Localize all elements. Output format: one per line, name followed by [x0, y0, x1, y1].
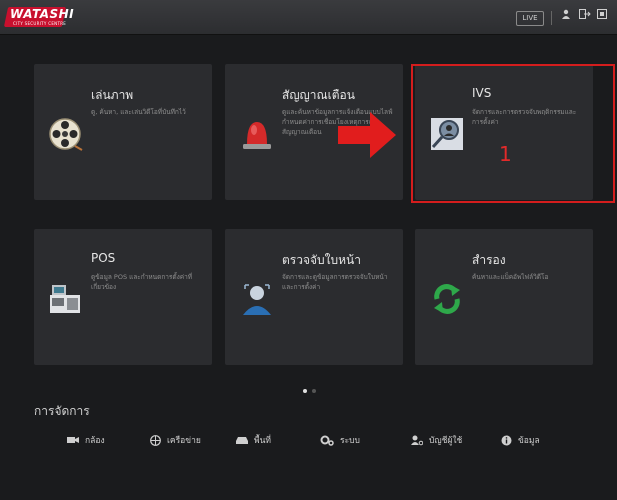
- backup-refresh-icon: [434, 284, 460, 314]
- mgmt-storage[interactable]: พื้นที่: [236, 433, 271, 447]
- card-description: ค้นหาและแบ็คอัพไฟล์วิดีโอ: [472, 273, 549, 281]
- mgmt-label: ระบบ: [340, 436, 360, 446]
- management-title: การจัดการ: [34, 404, 90, 418]
- mgmt-info[interactable]: ข้อมูล: [501, 433, 540, 447]
- card-title: สำรอง: [472, 253, 506, 267]
- network-icon: [150, 434, 161, 446]
- pos-terminal-icon: [50, 285, 80, 313]
- card-title: POS: [91, 251, 116, 265]
- card-playback[interactable]: เล่นภาพ ดู, ค้นหา, และเล่นวิดีโอที่บันทึ…: [34, 64, 212, 200]
- storage-icon: [236, 437, 248, 444]
- film-reel-icon: [49, 118, 83, 151]
- fullscreen-icon[interactable]: [597, 9, 607, 22]
- brand-logo: WATASHI: [10, 7, 75, 21]
- pager-dot[interactable]: [312, 389, 316, 393]
- divider: [551, 11, 552, 25]
- top-bar: WATASHI CITY SECURITY CENTRE LIVE: [0, 0, 617, 35]
- mgmt-label: พื้นที่: [254, 436, 272, 446]
- card-title: เล่นภาพ: [91, 88, 134, 102]
- arrow-right-icon: [338, 112, 396, 158]
- live-button[interactable]: LIVE: [516, 11, 544, 26]
- brand-tagline: CITY SECURITY CENTRE: [13, 21, 67, 26]
- mgmt-system[interactable]: ระบบ: [320, 433, 360, 447]
- card-description: ดู, ค้นหา, และเล่นวิดีโอที่บันทึกไว้: [91, 108, 186, 116]
- card-backup[interactable]: สำรอง ค้นหาและแบ็คอัพไฟล์วิดีโอ: [415, 229, 593, 365]
- logout-icon[interactable]: [579, 9, 591, 22]
- settings-icon: [320, 435, 334, 446]
- card-title: ตรวจจับใบหน้า: [282, 253, 361, 267]
- info-icon: [501, 435, 512, 445]
- card-title: สัญญาณเตือน: [282, 88, 355, 102]
- user-icon[interactable]: [561, 9, 571, 22]
- face-detection-icon: [243, 284, 271, 315]
- card-face-detection[interactable]: ตรวจจับใบหน้า จัดการและดูข้อมูลการตรวจจั…: [225, 229, 403, 365]
- camera-icon: [67, 437, 79, 443]
- card-description: จัดการและดูข้อมูลการตรวจจับใบหน้าและการต…: [282, 273, 388, 291]
- ivs-highlight-box: [411, 64, 615, 203]
- step-number: 1: [499, 142, 512, 166]
- mgmt-camera[interactable]: กล้อง: [67, 433, 105, 447]
- pager-dot-active[interactable]: [303, 389, 307, 393]
- mgmt-label: เครือข่าย: [167, 436, 201, 446]
- card-description: ดูข้อมูล POS และกำหนดการตั้งค่าที่เกี่ยว…: [91, 273, 193, 291]
- card-pos[interactable]: POS ดูข้อมูล POS และกำหนดการตั้งค่าที่เก…: [34, 229, 212, 365]
- mgmt-network[interactable]: เครือข่าย: [150, 433, 201, 447]
- mgmt-account[interactable]: บัญชีผู้ใช้: [411, 433, 462, 447]
- alarm-siren-icon: [243, 122, 271, 149]
- mgmt-label: ข้อมูล: [518, 436, 540, 446]
- mgmt-label: กล้อง: [85, 436, 105, 446]
- pager-dots: [303, 378, 321, 397]
- account-icon: [411, 435, 423, 445]
- mgmt-label: บัญชีผู้ใช้: [429, 436, 463, 446]
